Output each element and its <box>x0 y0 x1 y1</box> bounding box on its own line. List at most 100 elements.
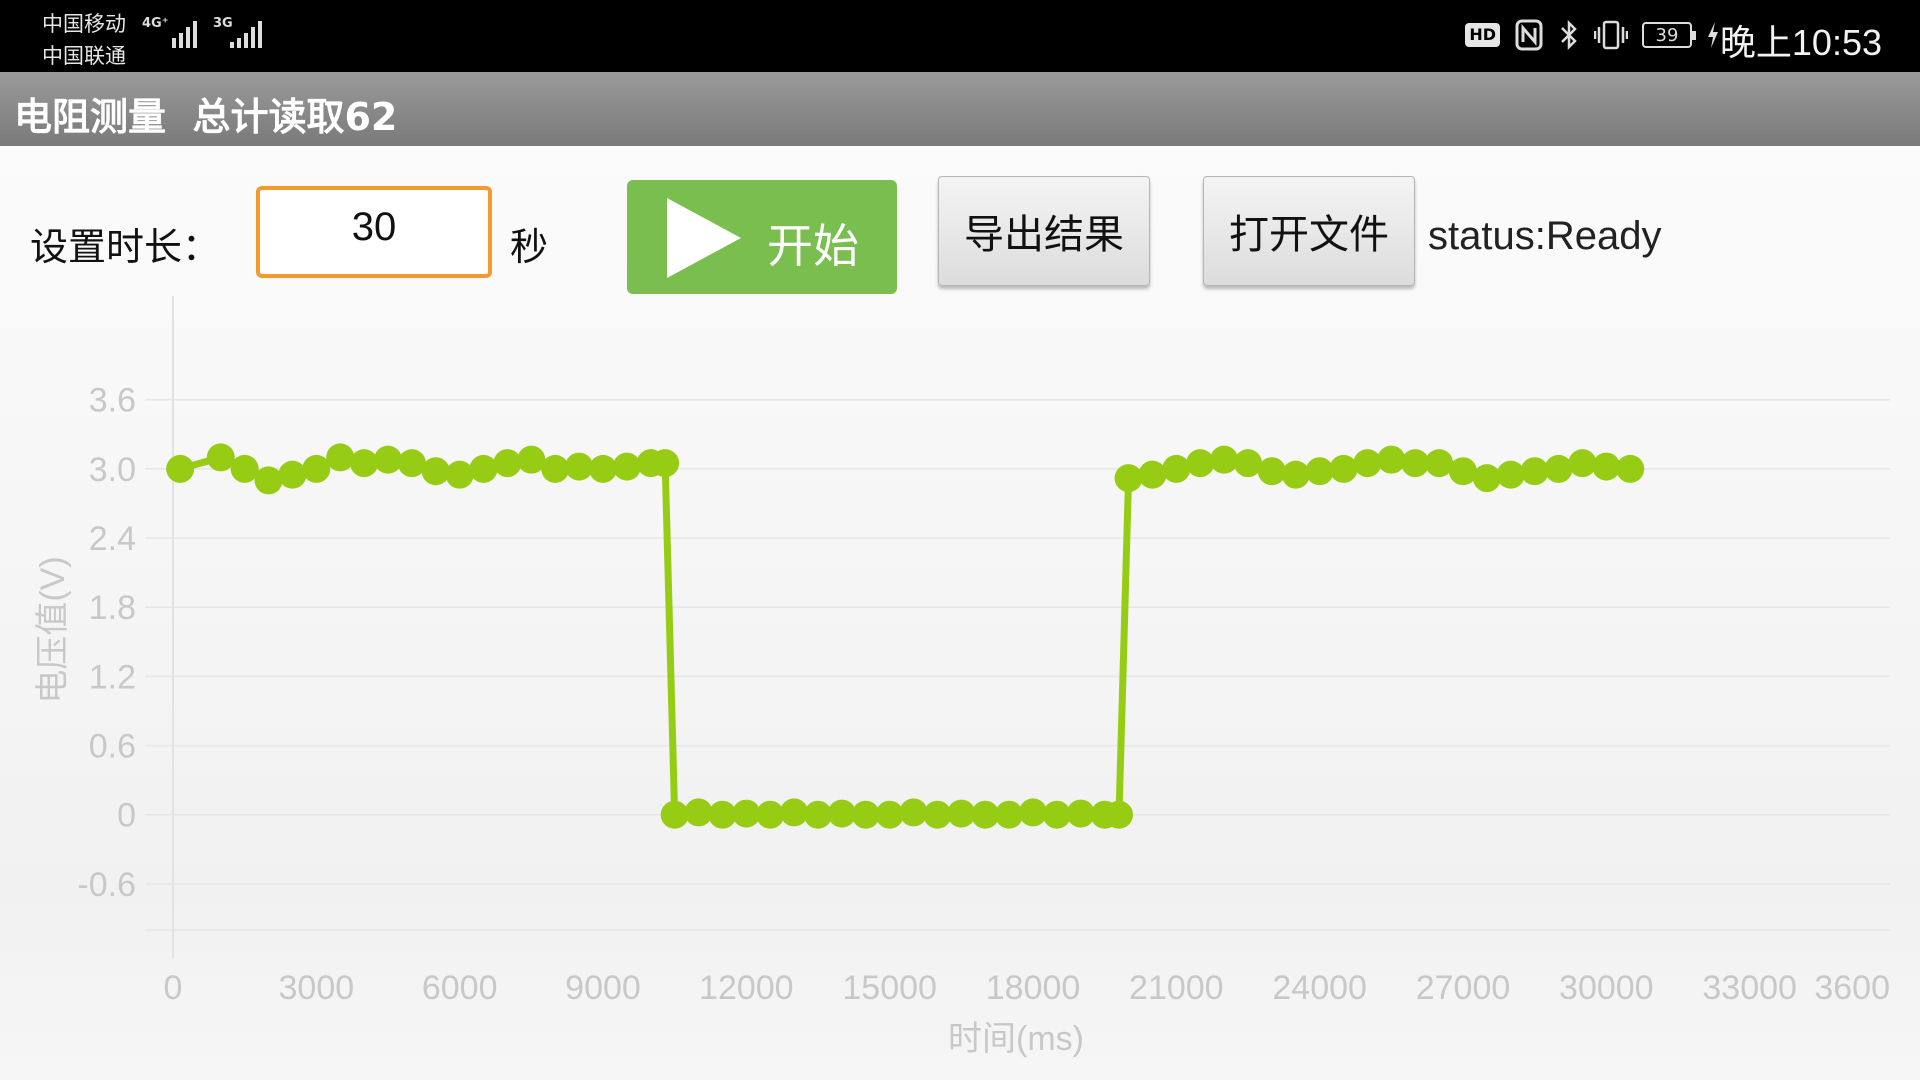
data-point <box>651 449 680 478</box>
x-tick-label: 0 <box>164 969 183 1007</box>
data-point <box>589 454 617 483</box>
bluetooth-icon <box>1561 19 1577 51</box>
data-point <box>1353 449 1382 478</box>
data-point <box>1186 449 1215 478</box>
battery-icon: 39 <box>1642 22 1696 48</box>
series-voltage <box>166 443 1645 829</box>
carrier-2-label: 中国联通 <box>42 44 126 68</box>
data-point <box>302 454 331 483</box>
x-tick-label: 30000 <box>1559 969 1654 1007</box>
x-tick-label: 33000 <box>1702 969 1797 1007</box>
signal-strength-2-icon <box>230 21 262 48</box>
y-tick-label: 0 <box>117 797 136 835</box>
data-point <box>1138 460 1167 489</box>
voltage-chart: 3.6 3.0 2.4 1.8 1.2 0.6 0 -0.6 0 3000 6000 9000 120… <box>34 296 1890 1058</box>
y-tick-label: 1.8 <box>89 589 136 627</box>
data-point <box>1377 445 1406 474</box>
data-point <box>1329 454 1358 483</box>
data-point <box>1449 457 1477 486</box>
x-tick-label: 27000 <box>1416 969 1511 1007</box>
data-point <box>1114 464 1143 493</box>
data-point <box>1520 457 1549 486</box>
data-point <box>1281 460 1310 489</box>
data-point <box>206 443 235 472</box>
page-title: 电阻测量 总计读取62 <box>14 95 398 139</box>
y-tick-label: -0.6 <box>77 866 136 904</box>
y-tick-label: 3.0 <box>89 451 136 489</box>
data-point <box>1042 800 1071 829</box>
data-point <box>804 800 832 829</box>
y-tick-label: 3.6 <box>89 382 136 420</box>
y-axis-label: 电压值(V) <box>34 556 72 703</box>
data-point <box>1234 449 1262 478</box>
data-point <box>230 454 259 483</box>
data-point <box>1592 452 1621 481</box>
y-tick-label: 0.6 <box>89 728 136 766</box>
data-point <box>397 449 426 478</box>
x-axis-ticks: 0 3000 6000 9000 12000 15000 18000 21000 24000 27… <box>164 969 1890 1007</box>
x-tick-label: 24000 <box>1272 969 1367 1007</box>
data-point <box>445 460 474 489</box>
data-point <box>469 454 498 483</box>
data-point <box>421 457 450 486</box>
data-point <box>827 799 856 828</box>
nfc-icon <box>1515 19 1543 51</box>
app-title-bar: 电阻测量 总计读取62 <box>0 72 1920 146</box>
data-point <box>1425 449 1454 478</box>
clock: 晚上10:53 <box>1719 22 1882 63</box>
carrier-1-label: 中国移动 <box>42 12 126 36</box>
data-point <box>923 800 952 829</box>
data-point <box>732 799 761 828</box>
data-point <box>1496 460 1525 489</box>
x-tick-label: 9000 <box>565 969 641 1007</box>
data-point <box>612 452 641 481</box>
battery-level: 39 <box>1655 24 1679 46</box>
x-tick-label: 3600 <box>1814 969 1890 1007</box>
x-axis-label: 时间(ms) <box>948 1020 1084 1058</box>
data-point <box>1257 457 1286 486</box>
data-point <box>1544 454 1573 483</box>
x-tick-label: 15000 <box>842 969 937 1007</box>
data-point <box>1210 445 1239 474</box>
data-point <box>517 445 546 474</box>
data-point <box>326 443 355 472</box>
data-point <box>565 452 594 481</box>
data-point <box>899 798 928 827</box>
data-point <box>1162 454 1191 483</box>
data-point <box>660 800 689 829</box>
data-point <box>1066 799 1095 828</box>
data-point <box>541 454 570 483</box>
data-point <box>947 799 976 828</box>
y-tick-label: 1.2 <box>89 658 136 696</box>
x-tick-label: 3000 <box>279 969 355 1007</box>
data-point <box>1472 464 1501 493</box>
data-point <box>875 800 904 829</box>
system-status-bar: 中国移动 中国联通 4G⁺ 3G HD 39 晚上10:53 <box>0 0 1920 72</box>
data-point <box>350 449 379 478</box>
y-tick-label: 2.4 <box>89 520 136 558</box>
data-point <box>254 466 283 495</box>
data-point <box>374 445 402 474</box>
data-point <box>1568 449 1597 478</box>
data-point <box>1401 449 1430 478</box>
x-tick-label: 18000 <box>986 969 1081 1007</box>
series-line <box>179 453 1631 819</box>
data-point <box>684 798 713 827</box>
data-point <box>166 454 195 483</box>
charging-icon <box>1708 22 1718 48</box>
data-point <box>995 800 1024 829</box>
data-point <box>971 800 1000 829</box>
data-point <box>851 800 880 829</box>
x-tick-label: 6000 <box>422 969 498 1007</box>
vibrate-icon <box>1594 20 1628 50</box>
data-point <box>708 800 737 829</box>
data-point <box>780 798 809 827</box>
data-point <box>1305 457 1334 486</box>
signal-strength-1-icon <box>172 21 197 48</box>
data-point <box>756 800 785 829</box>
x-tick-label: 12000 <box>699 969 794 1007</box>
y-axis-ticks: 3.6 3.0 2.4 1.8 1.2 0.6 0 -0.6 <box>77 382 136 904</box>
hd-voice-icon: HD <box>1465 23 1500 47</box>
data-point <box>1019 798 1047 827</box>
data-point <box>1616 454 1645 483</box>
